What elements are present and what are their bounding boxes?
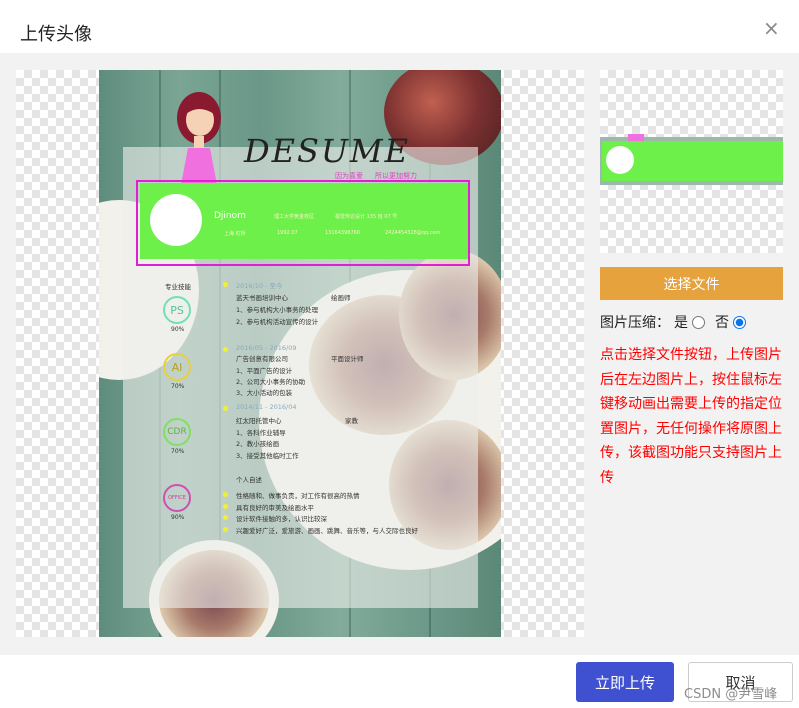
job-role: 绘画师 [331, 294, 351, 302]
job-role: 家教 [345, 417, 358, 425]
compress-yes-label: 是 [674, 315, 688, 331]
job-item: 3、大小活动的包装 [236, 389, 293, 397]
job-item: 2、教小孩绘画 [236, 440, 280, 448]
dialog-footer [0, 655, 799, 708]
intro-item: 设计软件接触的多，认识比较深 [236, 515, 327, 523]
compress-option: 图片压缩： 是 否 [600, 312, 752, 332]
compress-no-radio[interactable] [733, 315, 746, 329]
job-item: 1、各科作业辅导 [236, 429, 286, 437]
job-role: 平面设计师 [331, 355, 364, 363]
intro-item: 兴趣爱好广泛，爱旅游、画画、跳舞、音乐等，与人交际也良好 [236, 527, 418, 535]
watermark: CSDN @尹雪峰 [684, 687, 778, 702]
job-item: 1、平面广告的设计 [236, 367, 293, 375]
upload-tip: 点击选择文件按钮，上传图片后在左边图片上，按住鼠标左键移动画出需要上传的指定位置… [600, 347, 782, 486]
skill-pct: 70% [171, 383, 185, 390]
skill-badge: OFFICE [163, 484, 191, 512]
skill-badge: AI [163, 353, 191, 381]
intro-item: 具有良好的审美及绘画水平 [236, 504, 314, 512]
dialog-title: 上传头像 [20, 24, 92, 45]
crop-preview [600, 70, 783, 253]
job-date: 2016/05 - 2016/09 [236, 344, 297, 352]
crop-selection-box[interactable] [136, 180, 470, 266]
job-company: 广告创意有限公司 [236, 355, 288, 363]
skill-badge: PS [163, 296, 191, 324]
skill-pct: 70% [171, 448, 185, 455]
compress-yes-radio[interactable] [692, 315, 705, 329]
intro-title: 个人自述 [236, 476, 262, 484]
job-company: 红太阳托管中心 [236, 417, 282, 425]
intro-item: 性格随和、做事负责，对工作有很高的热情 [236, 492, 360, 500]
skill-pct: 90% [171, 326, 185, 333]
close-icon[interactable]: × [763, 18, 780, 38]
dialog-header: 上传头像 × [0, 0, 799, 53]
source-image[interactable]: DESUME 因为喜爱 所以更加努力 Djinom 理工大学黄金校区 视觉传达设… [99, 70, 501, 637]
compress-label: 图片压缩： [600, 315, 670, 331]
job-item: 3、接受其他临时工作 [236, 452, 299, 460]
job-item: 2、参与机构活动宣传的设计 [236, 318, 319, 326]
skills-title: 专业技能 [165, 283, 191, 291]
job-item: 1、参与机构大小事务的处理 [236, 306, 319, 314]
job-date: 2014/11 - 2016/04 [236, 403, 297, 411]
upload-button[interactable]: 立即上传 [576, 662, 674, 702]
choose-file-button[interactable]: 选择文件 [600, 267, 783, 300]
job-item: 2、公司大小事务的协助 [236, 378, 306, 386]
job-date: 2016/10 - 至今 [236, 282, 283, 290]
skill-pct: 90% [171, 514, 185, 521]
compress-no-label: 否 [715, 315, 729, 331]
job-company: 蓝天书画培训中心 [236, 294, 288, 302]
skill-badge: CDR [163, 418, 191, 446]
resume-title: DESUME [244, 132, 411, 170]
